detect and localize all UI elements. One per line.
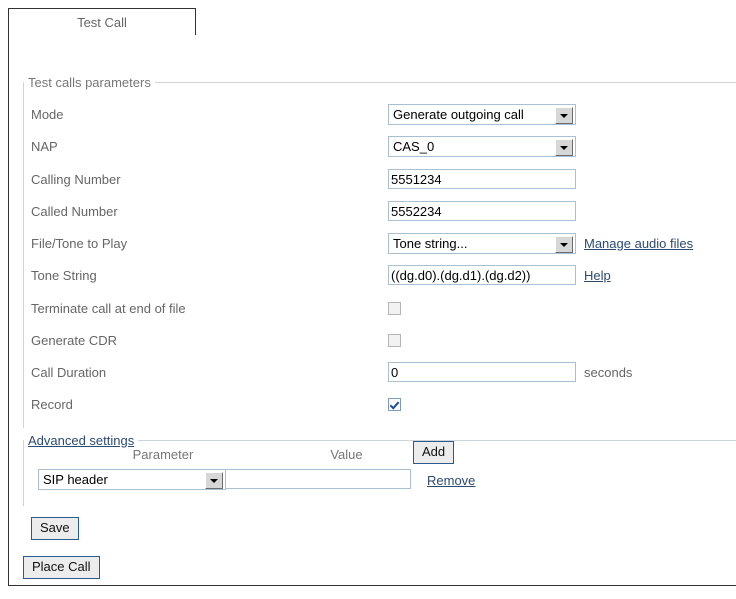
label-calling-number: Calling Number <box>31 169 121 191</box>
advanced-header-value: Value <box>259 447 434 462</box>
label-terminate-call: Terminate call at end of file <box>31 298 186 320</box>
row-tone-string: Tone String Help <box>9 265 736 297</box>
calling-number-control <box>388 169 576 189</box>
tone-string-input[interactable] <box>388 265 576 285</box>
place-call-button[interactable]: Place Call <box>23 556 100 579</box>
place-call-button-wrap: Place Call <box>23 556 100 579</box>
row-mode: Mode Generate outgoing call <box>9 104 736 136</box>
mode-select-value: Generate outgoing call <box>393 107 524 122</box>
row-generate-cdr: Generate CDR <box>9 330 736 362</box>
chevron-down-icon[interactable] <box>555 139 573 156</box>
chevron-down-icon[interactable] <box>555 107 573 124</box>
file-tone-to-play-select[interactable]: Tone string... <box>388 233 576 254</box>
chevron-down-icon[interactable] <box>205 472 223 489</box>
test-call-panel: Test calls parameters Mode Generate outg… <box>8 35 736 586</box>
advanced-settings-link[interactable]: Advanced settings <box>28 433 134 448</box>
call-duration-units: seconds <box>584 362 632 384</box>
called-number-control <box>388 201 576 221</box>
nap-select[interactable]: CAS_0 <box>388 136 576 157</box>
terminate-call-checkbox[interactable] <box>388 302 401 315</box>
call-duration-control <box>388 362 576 382</box>
row-call-duration: Call Duration seconds <box>9 362 736 394</box>
record-control <box>388 394 401 414</box>
mode-select[interactable]: Generate outgoing call <box>388 104 576 125</box>
label-call-duration: Call Duration <box>31 362 106 384</box>
generate-cdr-checkbox[interactable] <box>388 334 401 347</box>
row-called-number: Called Number <box>9 201 736 233</box>
chevron-down-icon[interactable] <box>555 236 573 253</box>
row-nap: NAP CAS_0 <box>9 136 736 168</box>
call-duration-input[interactable] <box>388 362 576 382</box>
tone-string-control <box>388 265 576 285</box>
remove-parameter-link[interactable]: Remove <box>427 473 475 488</box>
row-file-tone-to-play: File/Tone to Play Tone string... Manage … <box>9 233 736 265</box>
label-file-tone-to-play: File/Tone to Play <box>31 233 127 255</box>
label-record: Record <box>31 394 73 416</box>
file-tone-to-play-value: Tone string... <box>393 236 467 251</box>
tab-test-call[interactable]: Test Call <box>8 8 196 35</box>
advanced-parameter-value: SIP header <box>43 472 108 487</box>
generate-cdr-control <box>388 330 401 350</box>
save-button[interactable]: Save <box>31 517 79 540</box>
called-number-input[interactable] <box>388 201 576 221</box>
row-calling-number: Calling Number <box>9 169 736 201</box>
label-nap: NAP <box>31 136 58 158</box>
tab-strip: Test Call <box>8 8 736 36</box>
tab-test-call-label: Test Call <box>77 15 127 30</box>
nap-control: CAS_0 <box>388 136 576 157</box>
nap-select-value: CAS_0 <box>393 139 434 154</box>
tone-string-help-link[interactable]: Help <box>584 268 611 283</box>
record-checkbox[interactable] <box>388 398 401 411</box>
label-called-number: Called Number <box>31 201 118 223</box>
file-tone-to-play-control: Tone string... <box>388 233 576 254</box>
terminate-call-control <box>388 298 401 318</box>
advanced-parameter-select[interactable]: SIP header <box>38 469 226 490</box>
add-parameter-button[interactable]: Add <box>413 441 454 464</box>
label-tone-string: Tone String <box>31 265 97 287</box>
test-calls-parameters-legend: Test calls parameters <box>24 75 155 90</box>
mode-control: Generate outgoing call <box>388 104 576 125</box>
manage-audio-files-link[interactable]: Manage audio files <box>584 236 693 251</box>
label-mode: Mode <box>31 104 64 126</box>
calling-number-input[interactable] <box>388 169 576 189</box>
advanced-header-parameter: Parameter <box>78 447 248 462</box>
row-terminate-call: Terminate call at end of file <box>9 298 736 330</box>
save-button-wrap: Save <box>31 517 79 540</box>
advanced-settings-legend: Advanced settings <box>24 433 138 448</box>
advanced-value-input[interactable] <box>225 469 411 489</box>
label-generate-cdr: Generate CDR <box>31 330 117 352</box>
row-record: Record <box>9 394 736 426</box>
